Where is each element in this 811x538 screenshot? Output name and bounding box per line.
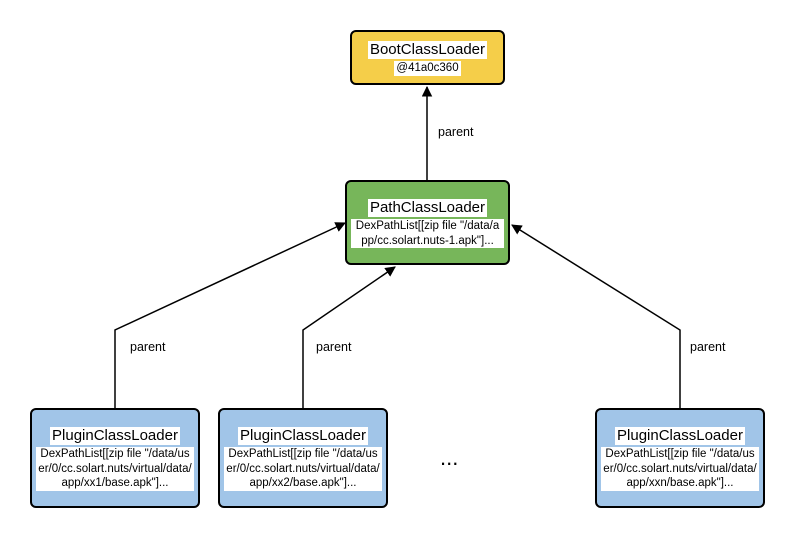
edge-label-parent: parent: [130, 340, 165, 354]
node-plugin-classloader-2: PluginClassLoader DexPathList[[zip file …: [218, 408, 388, 508]
node-boot-classloader: BootClassLoader @41a0c360: [350, 30, 505, 85]
node-path-classloader: PathClassLoader DexPathList[[zip file "/…: [345, 180, 510, 265]
ellipsis: ...: [440, 445, 458, 471]
edge-label-parent: parent: [438, 125, 473, 139]
node-title: BootClassLoader: [368, 41, 487, 59]
node-subtitle: DexPathList[[zip file "/data/user/0/cc.s…: [224, 447, 382, 490]
edge-label-parent: parent: [316, 340, 351, 354]
edge-label-parent: parent: [690, 340, 725, 354]
node-title: PluginClassLoader: [615, 427, 745, 445]
node-plugin-classloader-n: PluginClassLoader DexPathList[[zip file …: [595, 408, 765, 508]
node-title: PluginClassLoader: [238, 427, 368, 445]
node-subtitle: DexPathList[[zip file "/data/app/cc.sola…: [351, 219, 504, 248]
node-subtitle: @41a0c360: [394, 61, 460, 75]
node-title: PluginClassLoader: [50, 427, 180, 445]
node-subtitle: DexPathList[[zip file "/data/user/0/cc.s…: [36, 447, 194, 490]
node-plugin-classloader-1: PluginClassLoader DexPathList[[zip file …: [30, 408, 200, 508]
node-subtitle: DexPathList[[zip file "/data/user/0/cc.s…: [601, 447, 759, 490]
node-title: PathClassLoader: [368, 199, 487, 217]
